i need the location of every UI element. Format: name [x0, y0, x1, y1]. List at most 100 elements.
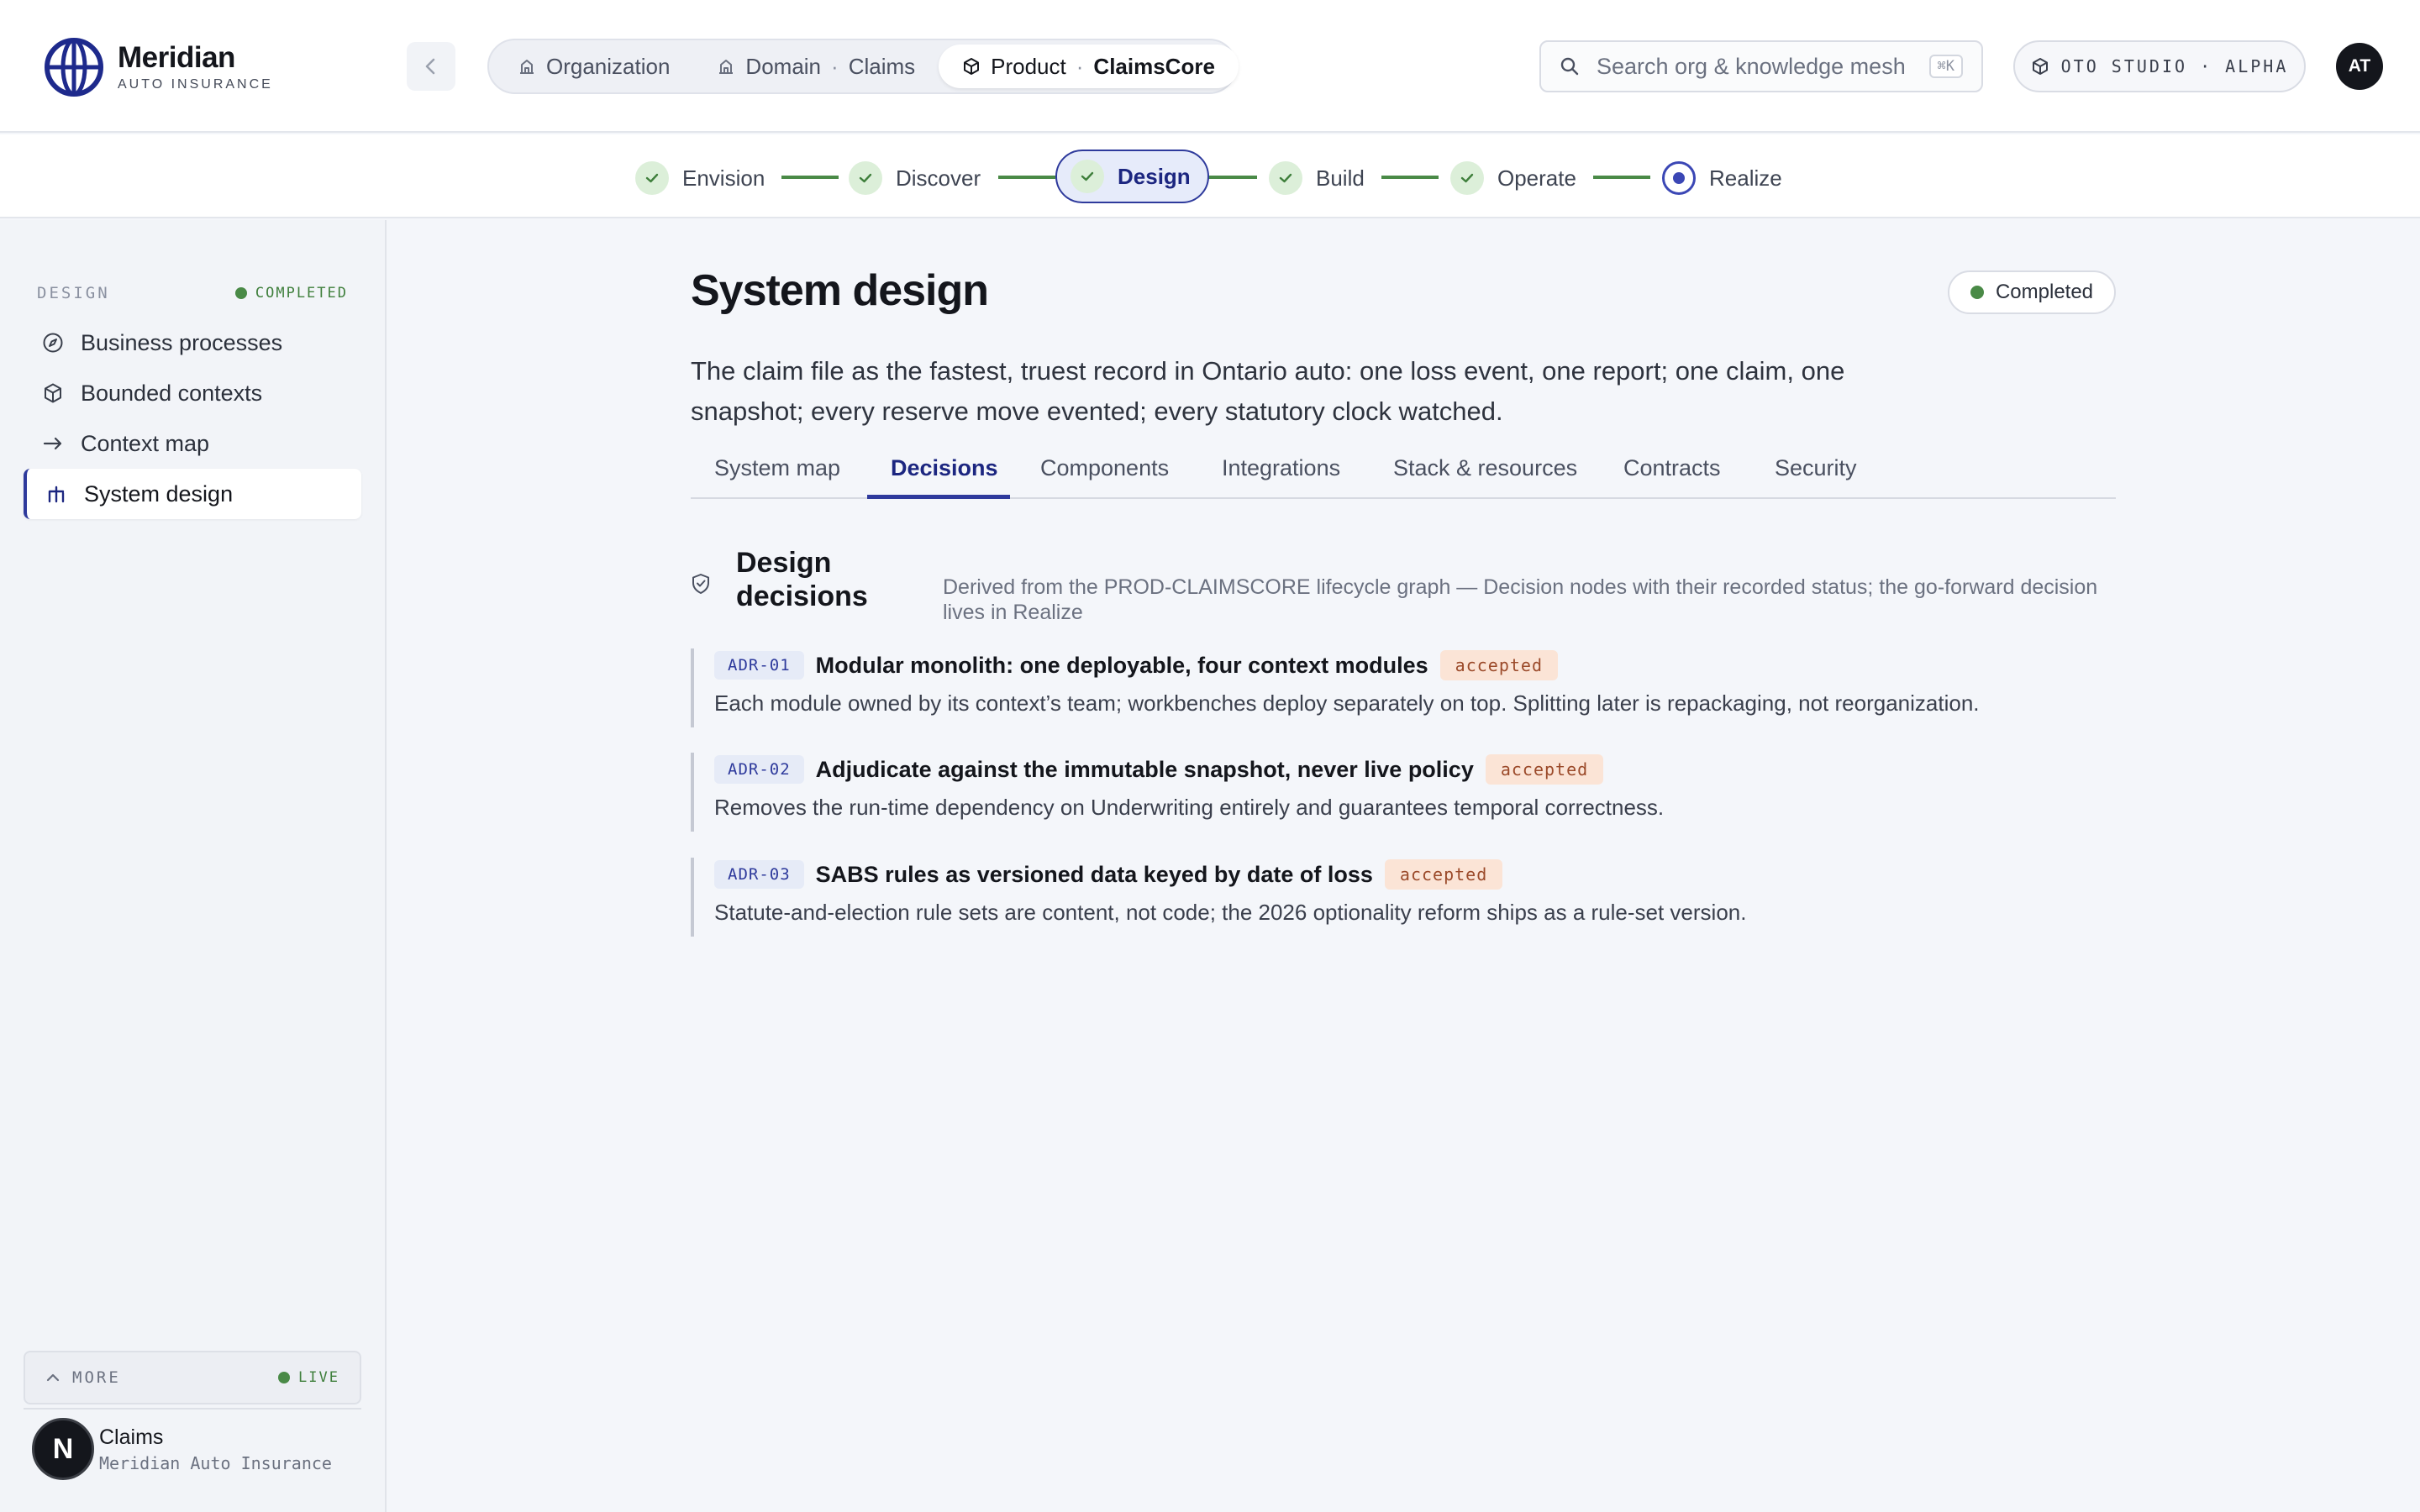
- breadcrumb-product[interactable]: Product · ClaimsCore: [939, 45, 1239, 88]
- shield-check-icon: [692, 574, 709, 594]
- status-dot-icon: [1970, 286, 1984, 299]
- sidebar-section-status: COMPLETED: [234, 285, 348, 302]
- studio-button[interactable]: OTO STUDIO · ALPHA: [2013, 40, 2306, 92]
- current-dot-icon: [1662, 161, 1696, 195]
- decision-item[interactable]: ADR-03 SABS rules as versioned data keye…: [691, 858, 2116, 937]
- breadcrumb-label: Product: [991, 53, 1066, 79]
- step-realize[interactable]: Realize: [1662, 151, 1782, 205]
- building-icon: [520, 60, 534, 74]
- workspace-org: Meridian Auto Insurance: [99, 1452, 332, 1473]
- decision-title: Adjudicate against the immutable snapsho…: [815, 756, 1474, 782]
- status-dot-icon: [234, 287, 247, 299]
- live-status: LIVE: [278, 1369, 339, 1386]
- tab-label: Contracts: [1623, 455, 1721, 480]
- page-subtitle: The claim file as the fastest, truest re…: [691, 356, 1845, 426]
- tab-stack-resources[interactable]: Stack & resources: [1393, 445, 1577, 499]
- sidebar-item-business-processes[interactable]: Business processes: [24, 318, 361, 368]
- decision-item[interactable]: ADR-01 Modular monolith: one deployable,…: [691, 648, 2116, 727]
- step-envision[interactable]: Envision: [635, 151, 765, 205]
- decision-description: Each module owned by its context’s team;…: [714, 690, 1980, 716]
- tab-label: Decisions: [891, 455, 998, 480]
- step-build[interactable]: Build: [1269, 151, 1365, 205]
- step-design[interactable]: Design: [1055, 150, 1209, 203]
- active-tab-indicator: [867, 495, 1010, 499]
- sidebar-section-label: DESIGN: [37, 284, 110, 302]
- step-connector: [1593, 176, 1650, 179]
- check-icon: [635, 161, 669, 195]
- search-input[interactable]: Search org & knowledge mesh: [1597, 54, 1929, 80]
- section-description: Derived from the PROD-CLAIMSCORE lifecyc…: [943, 575, 2098, 624]
- globe-logo-icon: [45, 38, 103, 97]
- tab-decisions[interactable]: Decisions: [891, 445, 998, 499]
- tab-system-map[interactable]: System map: [714, 445, 840, 499]
- tab-contracts[interactable]: Contracts: [1623, 445, 1721, 499]
- check-icon: [1269, 161, 1302, 195]
- sidebar-divider: [24, 1408, 361, 1410]
- decision-id: ADR-02: [714, 755, 804, 784]
- step-connector: [781, 176, 839, 179]
- cube-icon: [2032, 58, 2048, 75]
- live-text: LIVE: [298, 1369, 339, 1386]
- step-label: Build: [1316, 165, 1365, 191]
- workspace-name: Claims: [99, 1425, 164, 1449]
- section-title: Design decisions: [736, 547, 868, 612]
- breadcrumb-separator: ·: [831, 53, 839, 79]
- breadcrumb-label: Organization: [546, 53, 671, 79]
- step-operate[interactable]: Operate: [1450, 151, 1576, 205]
- sidebar: DESIGN COMPLETED Business processes Boun…: [0, 220, 387, 1512]
- decision-title: Modular monolith: one deployable, four c…: [815, 652, 1428, 678]
- cube-icon: [45, 383, 61, 403]
- decision-status-badge: accepted: [1485, 754, 1604, 785]
- step-label: Envision: [682, 165, 765, 191]
- sidebar-item-label: Bounded contexts: [81, 380, 263, 406]
- decision-description: Statute-and-election rule sets are conte…: [714, 900, 1747, 925]
- tab-label: Security: [1775, 455, 1857, 480]
- user-avatar[interactable]: AT: [2336, 43, 2383, 90]
- breadcrumb-value: ClaimsCore: [1093, 53, 1215, 79]
- brand-name: Meridian: [118, 41, 235, 74]
- step-discover[interactable]: Discover: [849, 151, 981, 205]
- more-label: MORE: [45, 1368, 121, 1387]
- status-dot-icon: [278, 1372, 291, 1383]
- tab-components[interactable]: Components: [1040, 445, 1169, 499]
- decision-id: ADR-01: [714, 651, 804, 680]
- more-text: MORE: [72, 1368, 121, 1387]
- tab-integrations[interactable]: Integrations: [1222, 445, 1340, 499]
- check-icon: [1071, 160, 1104, 193]
- sidebar-item-label: Business processes: [81, 329, 283, 355]
- tab-security[interactable]: Security: [1775, 445, 1857, 499]
- workspace-switcher[interactable]: N Claims Meridian Auto Insurance: [32, 1418, 332, 1480]
- building-icon: [719, 60, 734, 74]
- status-badge: Completed: [1948, 270, 2116, 314]
- sidebar-item-context-map[interactable]: Context map: [24, 418, 361, 469]
- step-connector: [1381, 176, 1439, 179]
- more-toggle[interactable]: MORE LIVE: [24, 1351, 361, 1404]
- brand-subtitle: AUTO INSURANCE: [118, 77, 273, 92]
- tab-label: Components: [1040, 455, 1170, 480]
- compass-icon: [43, 333, 63, 353]
- sidebar-section-header: DESIGN COMPLETED: [37, 284, 348, 302]
- step-label: Operate: [1497, 165, 1576, 191]
- step-label: Discover: [896, 165, 981, 191]
- breadcrumb-domain[interactable]: Domain · Claims: [693, 45, 939, 88]
- chevron-up-icon: [46, 1373, 60, 1382]
- brand[interactable]: Meridian AUTO INSURANCE: [44, 37, 273, 97]
- sidebar-item-system-design[interactable]: System design: [24, 469, 361, 519]
- status-badge-label: Completed: [1995, 281, 2094, 303]
- decision-status-badge: accepted: [1439, 650, 1558, 680]
- top-bar: Meridian AUTO INSURANCE Organization Dom…: [0, 0, 2420, 133]
- tab-label: Stack & resources: [1393, 455, 1578, 480]
- decision-status-badge: accepted: [1384, 859, 1503, 890]
- decision-item[interactable]: ADR-02 Adjudicate against the immutable …: [691, 753, 2116, 832]
- chevron-left-icon: [425, 58, 435, 75]
- collapse-back-button[interactable]: [407, 42, 455, 91]
- search-box[interactable]: Search org & knowledge mesh ⌘K: [1539, 40, 1983, 92]
- step-connector: [998, 176, 1055, 179]
- breadcrumb-separator: ·: [1076, 53, 1084, 79]
- breadcrumb-label: Domain: [745, 53, 822, 79]
- breadcrumb-organization[interactable]: Organization: [494, 45, 693, 88]
- search-icon: [1560, 57, 1579, 76]
- sidebar-item-bounded-contexts[interactable]: Bounded contexts: [24, 368, 361, 418]
- cube-icon: [964, 58, 980, 75]
- step-label: Design: [1118, 163, 1191, 189]
